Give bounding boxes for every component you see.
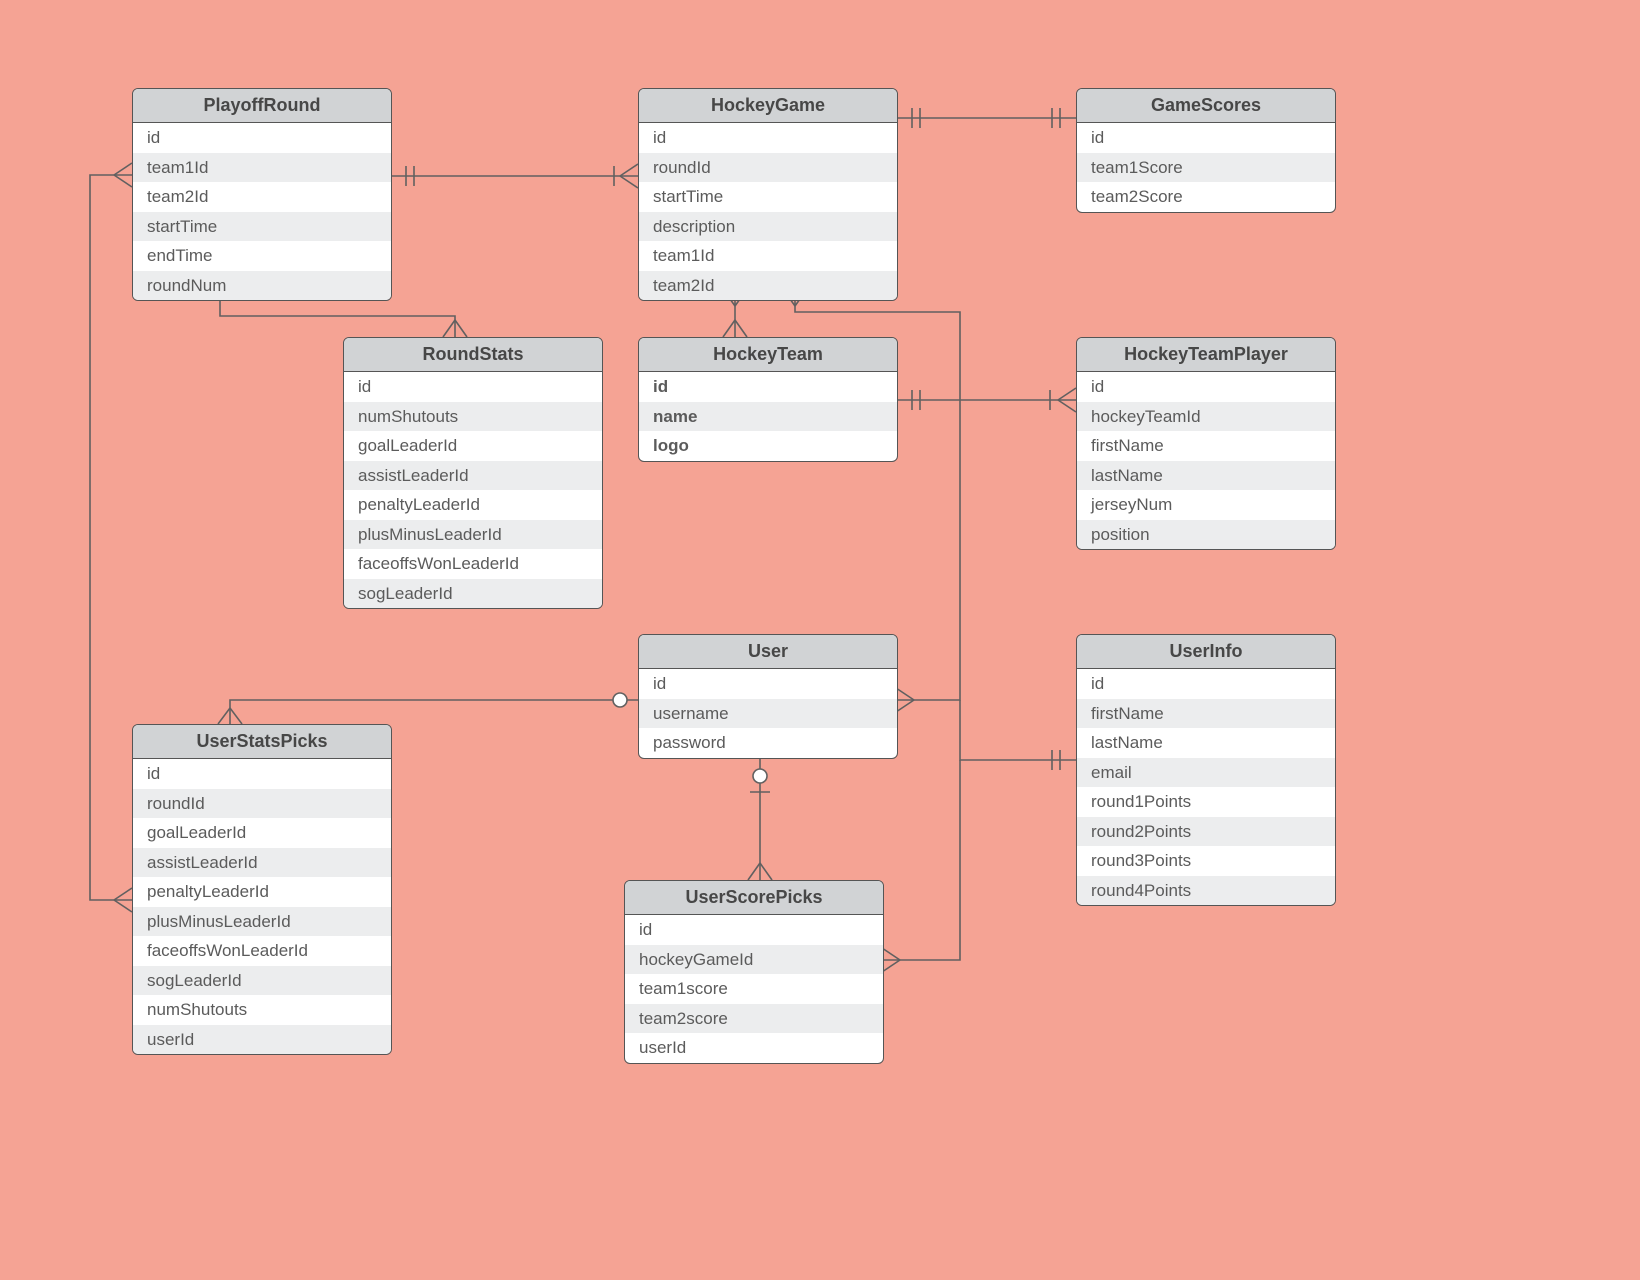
field: name [639, 402, 897, 432]
field: logo [639, 431, 897, 461]
field: assistLeaderId [344, 461, 602, 491]
entity-title: HockeyTeamPlayer [1077, 338, 1335, 372]
field: faceoffsWonLeaderId [344, 549, 602, 579]
field: position [1077, 520, 1335, 550]
field: plusMinusLeaderId [133, 907, 391, 937]
entity-title: UserStatsPicks [133, 725, 391, 759]
field: id [344, 372, 602, 402]
field: plusMinusLeaderId [344, 520, 602, 550]
field: hockeyTeamId [1077, 402, 1335, 432]
field: jerseyNum [1077, 490, 1335, 520]
field: team1Id [133, 153, 391, 183]
entity-title: RoundStats [344, 338, 602, 372]
field: id [1077, 372, 1335, 402]
field: team2Id [133, 182, 391, 212]
field: penaltyLeaderId [344, 490, 602, 520]
entity-title: UserScorePicks [625, 881, 883, 915]
field: lastName [1077, 461, 1335, 491]
field: team1Id [639, 241, 897, 271]
field: id [1077, 669, 1335, 699]
field: firstName [1077, 431, 1335, 461]
entity-user-score-picks: UserScorePicks id hockeyGameId team1scor… [624, 880, 884, 1064]
field: round1Points [1077, 787, 1335, 817]
field: sogLeaderId [133, 966, 391, 996]
entity-user-stats-picks: UserStatsPicks id roundId goalLeaderId a… [132, 724, 392, 1055]
entity-hockey-team-player: HockeyTeamPlayer id hockeyTeamId firstNa… [1076, 337, 1336, 550]
field: round3Points [1077, 846, 1335, 876]
field: startTime [133, 212, 391, 242]
field: id [625, 915, 883, 945]
er-diagram-canvas: PlayoffRound id team1Id team2Id startTim… [0, 0, 1640, 1280]
field: id [1077, 123, 1335, 153]
field: assistLeaderId [133, 848, 391, 878]
field: goalLeaderId [133, 818, 391, 848]
field: startTime [639, 182, 897, 212]
entity-title: HockeyTeam [639, 338, 897, 372]
entity-hockey-team: HockeyTeam id name logo [638, 337, 898, 462]
entity-title: User [639, 635, 897, 669]
field: id [133, 759, 391, 789]
field: description [639, 212, 897, 242]
field: team2Score [1077, 182, 1335, 212]
field: faceoffsWonLeaderId [133, 936, 391, 966]
entity-user-info: UserInfo id firstName lastName email rou… [1076, 634, 1336, 906]
entity-title: PlayoffRound [133, 89, 391, 123]
field: roundNum [133, 271, 391, 301]
field: goalLeaderId [344, 431, 602, 461]
entity-title: HockeyGame [639, 89, 897, 123]
field: team1score [625, 974, 883, 1004]
entity-title: UserInfo [1077, 635, 1335, 669]
field: userId [133, 1025, 391, 1055]
field: roundId [639, 153, 897, 183]
entity-hockey-game: HockeyGame id roundId startTime descript… [638, 88, 898, 301]
entity-game-scores: GameScores id team1Score team2Score [1076, 88, 1336, 213]
field: id [639, 123, 897, 153]
field: password [639, 728, 897, 758]
field: id [133, 123, 391, 153]
field: team1Score [1077, 153, 1335, 183]
field: lastName [1077, 728, 1335, 758]
field: team2score [625, 1004, 883, 1034]
field: userId [625, 1033, 883, 1063]
field: username [639, 699, 897, 729]
entity-playoff-round: PlayoffRound id team1Id team2Id startTim… [132, 88, 392, 301]
entity-round-stats: RoundStats id numShutouts goalLeaderId a… [343, 337, 603, 609]
field: round2Points [1077, 817, 1335, 847]
field: sogLeaderId [344, 579, 602, 609]
entity-user: User id username password [638, 634, 898, 759]
field: id [639, 669, 897, 699]
field: hockeyGameId [625, 945, 883, 975]
entity-title: GameScores [1077, 89, 1335, 123]
field: firstName [1077, 699, 1335, 729]
field: email [1077, 758, 1335, 788]
field: numShutouts [133, 995, 391, 1025]
field: team2Id [639, 271, 897, 301]
field: roundId [133, 789, 391, 819]
field: id [639, 372, 897, 402]
field: numShutouts [344, 402, 602, 432]
field: endTime [133, 241, 391, 271]
field: round4Points [1077, 876, 1335, 906]
field: penaltyLeaderId [133, 877, 391, 907]
